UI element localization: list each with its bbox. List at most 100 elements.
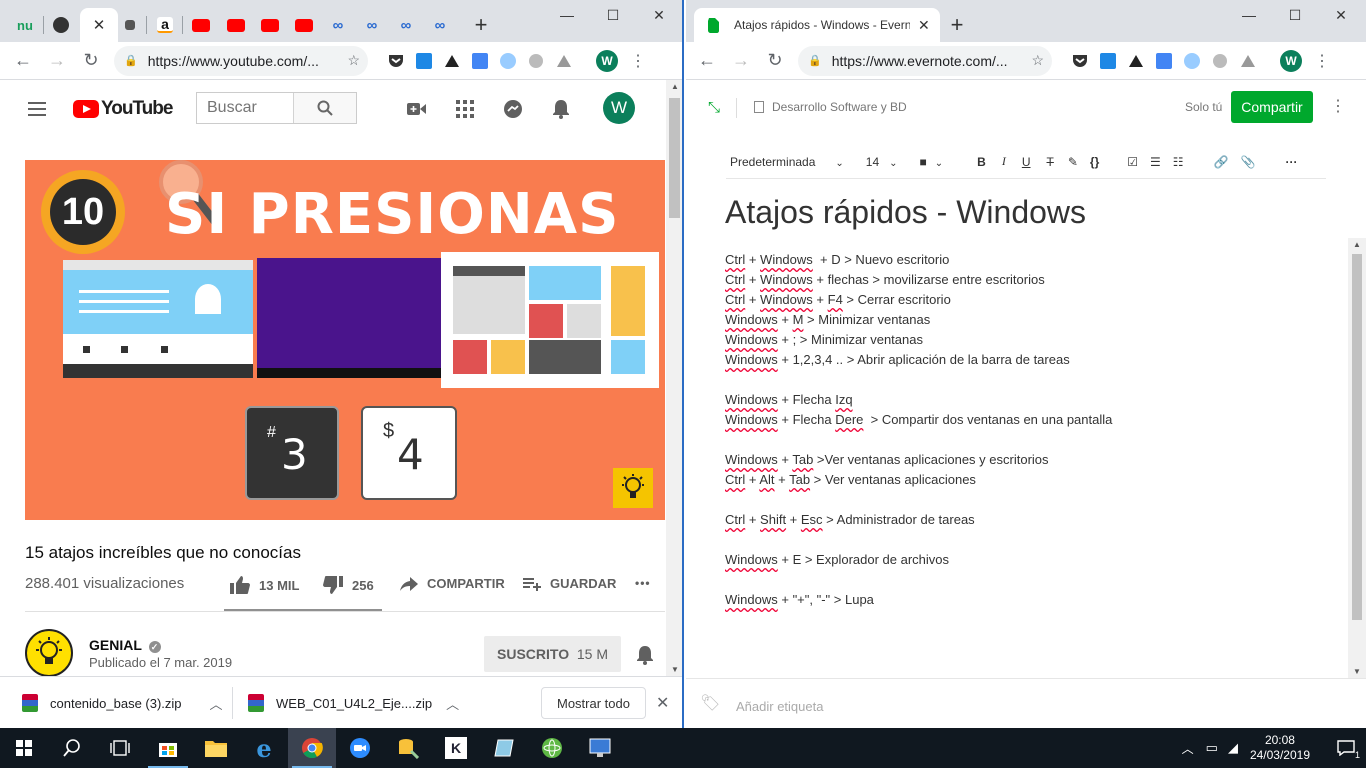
show-hidden-icons-icon[interactable]: ︿ [1182,740,1194,757]
drive-icon[interactable] [441,50,463,72]
minimize-icon[interactable]: — [1226,0,1272,30]
tab-link-3[interactable]: ∞ [391,8,421,42]
menu-icon[interactable]: ⋮ [630,51,646,71]
minimize-icon[interactable]: — [544,0,590,30]
profile-avatar[interactable]: W [1280,49,1302,72]
hamburger-menu-icon[interactable] [28,102,46,116]
taskbar-remote-desktop[interactable] [576,728,624,768]
share-button[interactable]: COMPARTIR [400,576,505,591]
attachment-icon[interactable]: 📎 [1241,155,1256,169]
note-line[interactable]: Windows + Flecha Dere > Compartir dos ve… [725,410,1325,430]
scroll-down-icon[interactable]: ▼ [671,665,679,674]
youtube-logo[interactable]: YouTube [73,98,173,120]
note-line[interactable]: Windows + E > Explorador de archivos [725,550,1325,570]
taskbar-edge[interactable]: e [240,728,288,768]
numbered-list-icon[interactable]: ☷ [1173,155,1184,169]
new-tab-button[interactable]: + [466,8,496,42]
highlight-icon[interactable]: ✎ [1068,155,1078,169]
back-icon[interactable]: ← [692,46,722,76]
reload-icon[interactable]: ↻ [76,46,106,76]
video-thumbnail[interactable]: 10 SI PRESIONAS # 3 $ 4 [25,160,665,520]
notifications-bell-icon[interactable] [550,98,572,120]
task-view-button[interactable] [96,728,144,768]
channel-notification-bell-icon[interactable] [636,645,654,670]
tab-link-4[interactable]: ∞ [425,8,455,42]
taskbar-database-tool[interactable] [384,728,432,768]
note-line[interactable]: Windows + ; > Minimizar ventanas [725,330,1325,350]
reload-icon[interactable]: ↻ [760,46,790,76]
dislike-button[interactable]: 256 [323,576,374,594]
add-tag-input[interactable]: Añadir etiqueta [736,699,823,714]
add-tag-icon[interactable]: 🏷 [700,693,720,713]
taskbar-file-explorer[interactable] [192,728,240,768]
address-bar[interactable]: 🔒 https://www.evernote.com/... ☆ [798,45,1052,76]
note-options-icon[interactable]: ⋮ [1330,96,1346,116]
scrollbar-thumb[interactable] [1352,254,1362,620]
note-blank-line[interactable] [725,370,1325,390]
bulleted-list-icon[interactable]: ☰ [1150,155,1161,169]
chevron-up-icon[interactable]: ︿ [446,694,459,713]
note-scrollbar[interactable]: ▲ ▼ [1348,238,1366,678]
maximize-icon[interactable]: ☐ [1272,0,1318,30]
scroll-down-icon[interactable]: ▼ [1353,667,1361,676]
tab-active[interactable]: ✕ [80,8,118,42]
extension-grey-icon[interactable] [525,50,547,72]
download-item-1[interactable]: contenido_base (3).zip ︿ [22,677,223,728]
search-button[interactable] [293,93,356,123]
tab-page[interactable] [118,8,142,42]
tab-evernote[interactable]: Atajos rápidos - Windows - Evern ✕ [694,8,940,42]
drive-icon[interactable] [1125,50,1147,72]
strikethrough-icon[interactable]: T [1047,155,1054,169]
address-bar[interactable]: 🔒 https://www.youtube.com/... ☆ [114,45,368,76]
note-blank-line[interactable] [725,490,1325,510]
tab-youtube-3[interactable] [255,8,285,42]
code-block-icon[interactable]: {} [1090,155,1099,169]
like-button[interactable]: 13 MIL [230,576,299,594]
note-line[interactable]: Windows + "+", "-" > Lupa [725,590,1325,610]
drive-grey-icon[interactable] [1237,50,1259,72]
more-actions-button[interactable]: ••• [635,576,651,590]
show-all-downloads-button[interactable]: Mostrar todo [541,687,646,719]
note-blank-line[interactable] [725,530,1325,550]
clock[interactable]: 20:08 24/03/2019 [1250,733,1310,763]
italic-icon[interactable]: I [1002,154,1006,169]
notebook-selector[interactable]: Desarrollo Software y BD [754,100,907,114]
chevron-up-icon[interactable]: ︿ [210,694,223,713]
collapse-arrows-icon[interactable]: ⤡ [708,99,720,116]
tab-link-1[interactable]: ∞ [323,8,353,42]
search-input[interactable] [197,93,293,123]
note-line[interactable]: Ctrl + Shift + Esc > Administrador de ta… [725,510,1325,530]
extension-blue-icon[interactable] [1097,50,1119,72]
tab-nu[interactable]: nu [8,8,42,42]
tab-youtube-1[interactable] [186,8,216,42]
drive-grey-icon[interactable] [553,50,575,72]
tab-spider[interactable] [44,8,78,42]
note-title[interactable]: Atajos rápidos - Windows [725,194,1086,231]
tab-youtube-4[interactable] [289,8,319,42]
subscribed-button[interactable]: SUSCRITO 15 M [484,636,621,672]
create-video-icon[interactable] [406,98,428,120]
maximize-icon[interactable]: ☐ [590,0,636,30]
translate-icon[interactable] [1153,50,1175,72]
taskbar-chrome[interactable] [288,728,336,768]
action-center-button[interactable]: 1 [1326,728,1366,768]
share-note-button[interactable]: Compartir [1231,91,1313,123]
wifi-icon[interactable]: ◢ [1228,740,1238,756]
start-button[interactable] [0,728,48,768]
back-icon[interactable]: ← [8,46,38,76]
pocket-icon[interactable] [1069,50,1091,72]
download-item-2[interactable]: WEB_C01_U4L2_Eje....zip ︿ [248,677,459,728]
extension-blue-icon[interactable] [413,50,435,72]
scroll-up-icon[interactable]: ▲ [671,82,679,91]
tab-youtube-2[interactable] [221,8,251,42]
extension-grey-icon[interactable] [1209,50,1231,72]
note-body[interactable]: Ctrl + Windows + D > Nuevo escritorio Ctr… [725,250,1325,610]
menu-icon[interactable]: ⋮ [1314,51,1330,71]
profile-avatar[interactable]: W [596,49,618,72]
page-scrollbar[interactable]: ▲ ▼ [666,80,682,676]
battery-icon[interactable]: ▭ [1206,740,1218,756]
note-blank-line[interactable] [725,430,1325,450]
extension-globe-icon[interactable] [497,50,519,72]
pocket-icon[interactable] [385,50,407,72]
note-line[interactable]: Windows + M > Minimizar ventanas [725,310,1325,330]
